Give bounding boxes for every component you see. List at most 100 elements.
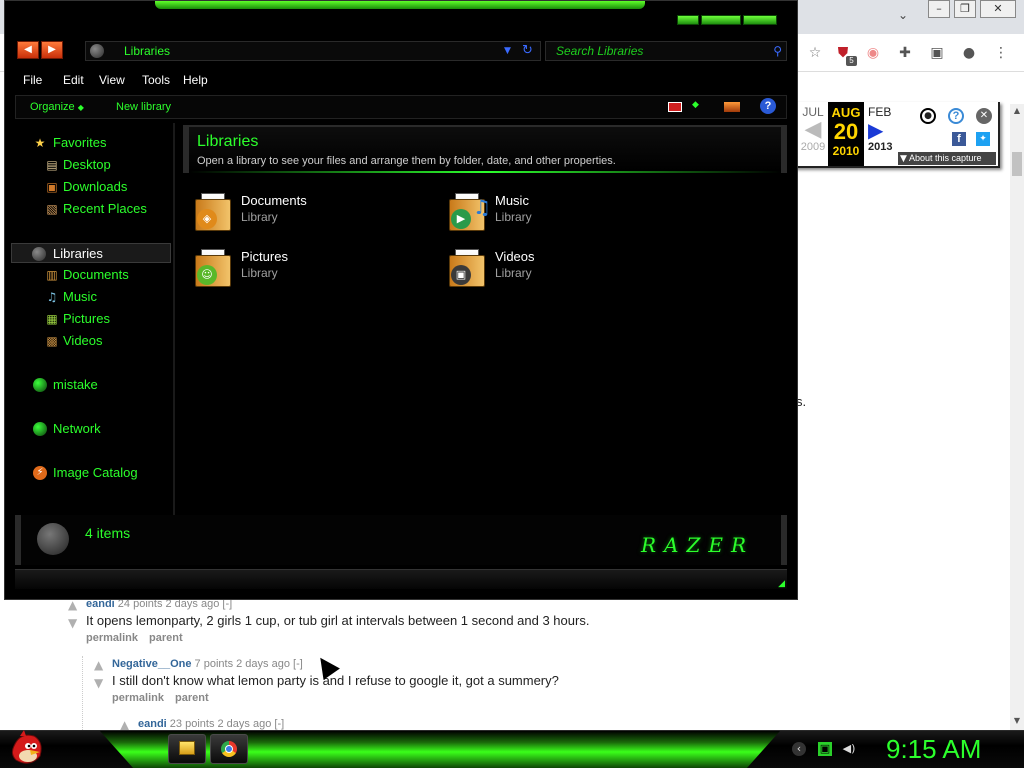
back-arrow-icon[interactable]: ◀ xyxy=(17,41,39,59)
library-documents[interactable]: ◈ Documents Library xyxy=(193,185,393,233)
more-menu-icon[interactable]: ⋮ xyxy=(992,44,1010,62)
comment-author[interactable]: eandi xyxy=(138,718,167,730)
page-title: Libraries xyxy=(197,133,259,150)
address-text: Libraries xyxy=(124,44,171,58)
view-dropdown-icon[interactable]: ◆ xyxy=(692,100,699,110)
taskbar-chrome-button[interactable] xyxy=(210,734,248,764)
facebook-icon[interactable]: f xyxy=(952,132,966,146)
upvote-arrow-icon[interactable]: ▲ xyxy=(94,659,106,671)
documents-icon: ▥ xyxy=(46,268,58,282)
address-dropdown-icon[interactable]: ▼ xyxy=(504,42,511,60)
close-icon[interactable]: ✕ xyxy=(980,0,1016,18)
nav-documents[interactable]: ▥ Documents xyxy=(11,265,171,285)
tray-volume-icon[interactable]: ◀) xyxy=(842,742,856,756)
search-input[interactable]: Search Libraries ⚲ xyxy=(545,41,787,61)
chevron-down-icon[interactable]: ⌄ xyxy=(898,8,908,22)
nav-downloads[interactable]: ▣ Downloads xyxy=(11,177,171,197)
page-subtitle: Open a library to see your files and arr… xyxy=(197,155,616,167)
organize-button[interactable]: Organize ◆ xyxy=(30,101,84,113)
library-pictures[interactable]: ☺ Pictures Library xyxy=(193,241,393,289)
razer-logo: RAZER xyxy=(641,533,755,557)
collapse-toggle[interactable]: [-] xyxy=(293,658,303,670)
menu-help[interactable]: Help xyxy=(183,73,208,87)
wayback-about-button[interactable]: ▼ About this capture xyxy=(898,152,996,165)
comment-meta: 23 points 2 days ago xyxy=(169,718,272,730)
wayback-prev-arrow-icon[interactable]: ◀ xyxy=(798,119,828,141)
collapse-toggle[interactable]: [-] xyxy=(274,718,284,730)
downvote-arrow-icon[interactable]: ▼ xyxy=(94,677,106,689)
side-panel-icon[interactable]: ▣ xyxy=(928,44,946,62)
organize-dropdown-icon: ◆ xyxy=(77,103,84,112)
nav-videos[interactable]: ▩ Videos xyxy=(11,331,171,351)
preview-pane-icon[interactable] xyxy=(724,102,740,112)
tray-network-icon[interactable]: ▣ xyxy=(818,742,832,756)
desktop-icon: ▤ xyxy=(46,158,58,172)
menu-view[interactable]: View xyxy=(99,73,125,87)
nav-music[interactable]: ♫ Music xyxy=(11,287,171,307)
extensions-puzzle-icon[interactable]: ✚ xyxy=(896,44,914,62)
library-type: Library xyxy=(495,266,532,280)
nav-image-catalog[interactable]: ⚡ Image Catalog xyxy=(11,463,171,483)
nav-mistake[interactable]: mistake xyxy=(11,375,171,395)
tray-arrow-icon[interactable]: ‹ xyxy=(792,742,806,756)
scroll-up-icon[interactable]: ▲ xyxy=(1010,104,1024,118)
twitter-icon[interactable]: ✦ xyxy=(976,132,990,146)
library-type: Library xyxy=(241,210,278,224)
wayback-next-arrow-icon[interactable]: ▶ xyxy=(868,119,898,141)
maximize-icon[interactable] xyxy=(701,15,741,25)
refresh-icon[interactable]: ↻ xyxy=(522,42,533,60)
start-button[interactable] xyxy=(8,730,46,768)
close-icon[interactable] xyxy=(743,15,777,25)
resize-grip-icon[interactable]: ◢ xyxy=(778,579,785,589)
taskbar-explorer-button[interactable] xyxy=(168,734,206,764)
forward-arrow-icon[interactable]: ▶ xyxy=(41,41,63,59)
permalink-link[interactable]: permalink xyxy=(86,632,138,644)
comment-author[interactable]: Negative__One xyxy=(112,658,191,670)
nav-label: Image Catalog xyxy=(53,465,138,480)
parent-link[interactable]: parent xyxy=(175,692,209,704)
menu-file[interactable]: File xyxy=(23,73,42,87)
minimize-icon[interactable] xyxy=(677,15,699,25)
nav-desktop[interactable]: ▤ Desktop xyxy=(11,155,171,175)
status-bar: ◢ xyxy=(15,569,787,589)
menu-tools[interactable]: Tools xyxy=(142,73,170,87)
minimize-icon[interactable]: – xyxy=(928,0,950,18)
taskbar-clock[interactable]: 9:15 AM xyxy=(886,734,981,764)
profile-avatar-icon[interactable]: ● xyxy=(960,44,978,62)
pictures-folder-icon: ☺ xyxy=(193,245,233,289)
documents-folder-icon: ◈ xyxy=(193,189,233,233)
wayback-next-month[interactable]: FEB xyxy=(868,105,898,119)
command-bar: Organize ◆ New library ◆ ? xyxy=(15,95,787,119)
wayback-help-icon[interactable]: ? xyxy=(948,108,964,124)
parent-link[interactable]: parent xyxy=(149,632,183,644)
bookmark-star-icon[interactable]: ☆ xyxy=(806,44,824,62)
menu-edit[interactable]: Edit xyxy=(63,73,84,87)
nav-network[interactable]: Network xyxy=(11,419,171,439)
pane-divider[interactable] xyxy=(173,123,175,515)
upvote-arrow-icon[interactable]: ▲ xyxy=(68,599,80,611)
library-videos[interactable]: ▣ Videos Library xyxy=(447,241,647,289)
nav-pictures[interactable]: ▦ Pictures xyxy=(11,309,171,329)
library-type: Library xyxy=(495,210,532,224)
scroll-down-icon[interactable]: ▼ xyxy=(1010,714,1024,728)
nav-favorites[interactable]: ★ Favorites xyxy=(11,133,171,153)
scrollbar-thumb[interactable] xyxy=(1012,152,1022,176)
restore-icon[interactable]: ❐ xyxy=(954,0,976,18)
permalink-link[interactable]: permalink xyxy=(112,692,164,704)
library-name: Pictures xyxy=(241,249,288,264)
library-type: Library xyxy=(241,266,278,280)
address-bar[interactable]: Libraries ▼ ↻ xyxy=(85,41,541,61)
upvote-arrow-icon[interactable]: ▲ xyxy=(120,719,132,731)
nav-recent-places[interactable]: ▧ Recent Places xyxy=(11,199,171,219)
wayback-user-icon[interactable]: ● xyxy=(920,108,936,124)
new-library-button[interactable]: New library xyxy=(116,101,171,113)
library-music[interactable]: ▶ ♫ Music Library xyxy=(447,185,647,233)
search-icon[interactable]: ⚲ xyxy=(773,42,782,60)
help-icon[interactable]: ? xyxy=(760,98,776,114)
view-options-icon[interactable] xyxy=(668,102,682,112)
nav-libraries[interactable]: Libraries xyxy=(11,243,171,263)
pride-extension-icon[interactable]: ◉ xyxy=(864,44,882,62)
wayback-close-icon[interactable]: ✕ xyxy=(976,108,992,124)
page-scrollbar[interactable] xyxy=(1010,104,1024,730)
downvote-arrow-icon[interactable]: ▼ xyxy=(68,617,80,629)
